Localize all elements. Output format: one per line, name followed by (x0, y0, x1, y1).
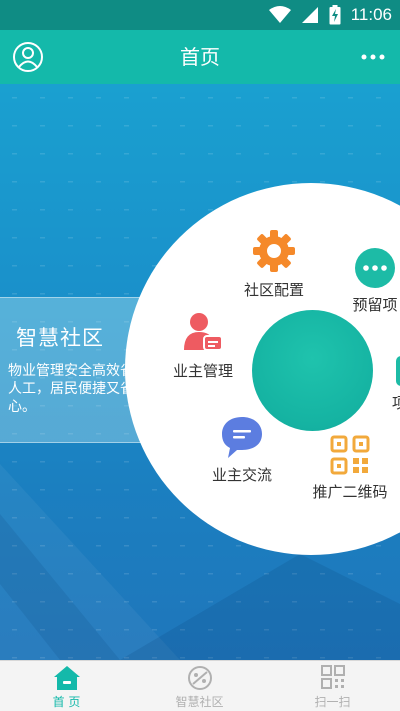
gear-icon (253, 230, 295, 272)
owner-manage-icon (184, 313, 223, 351)
smart-community-icon (187, 666, 212, 690)
menu-label-reserved: 预留项 (352, 296, 398, 314)
more-dots-icon[interactable] (360, 48, 386, 66)
signal-icon (301, 7, 318, 23)
menu-label-community-config: 社区配置 (243, 281, 304, 299)
wifi-icon (268, 6, 291, 23)
tab-smart-community[interactable]: 智慧社区 (133, 661, 266, 711)
page-title: 首页 (180, 45, 220, 69)
menu-item-owner-chat[interactable]: 业主交流 (200, 414, 284, 485)
tab-label-scan: 扫一扫 (314, 695, 351, 709)
menu-item-reserved[interactable]: 预留项 (340, 246, 400, 315)
qr-code-icon (330, 435, 370, 475)
wheel-center[interactable] (252, 310, 373, 431)
scan-icon (320, 665, 345, 689)
tab-home[interactable]: 首 页 (0, 661, 133, 711)
bottom-nav: 首 页 智慧社区 扫一扫 (0, 660, 400, 711)
status-bar: 11:06 (0, 0, 400, 30)
status-time: 11:06 (350, 5, 392, 24)
home-icon (53, 666, 80, 690)
menu-item-owner-management[interactable]: 业主管理 (163, 310, 243, 381)
partial-item-icon (396, 356, 400, 386)
menu-label-partial: 项 (392, 394, 400, 412)
intro-card: 智慧社区 物业管理安全高效省人工，居民便捷又省心。 (0, 297, 145, 443)
more-chat-icon (355, 248, 395, 288)
tab-label-smart-community: 智慧社区 (175, 695, 224, 709)
intro-title: 智慧社区 (16, 326, 104, 350)
menu-label-promo-qrcode: 推广二维码 (312, 483, 388, 501)
main-area: 智慧社区 物业管理安全高效省人工，居民便捷又省心。 社区配置 预留项 业主管理 … (0, 84, 400, 660)
menu-label-owner-chat: 业主交流 (211, 466, 272, 484)
status-icons: 11:06 (268, 4, 392, 26)
menu-label-owner-management: 业主管理 (172, 362, 233, 380)
menu-item-partial[interactable]: 项 (392, 354, 400, 413)
tab-scan[interactable]: 扫一扫 (266, 661, 399, 711)
chat-bubble-icon (222, 417, 262, 458)
app-bar: 首页 (0, 30, 400, 84)
tab-label-home: 首 页 (52, 695, 81, 709)
menu-item-community-config[interactable]: 社区配置 (232, 227, 316, 300)
battery-charging-icon (329, 5, 341, 25)
menu-item-promo-qrcode[interactable]: 推广二维码 (300, 433, 400, 502)
